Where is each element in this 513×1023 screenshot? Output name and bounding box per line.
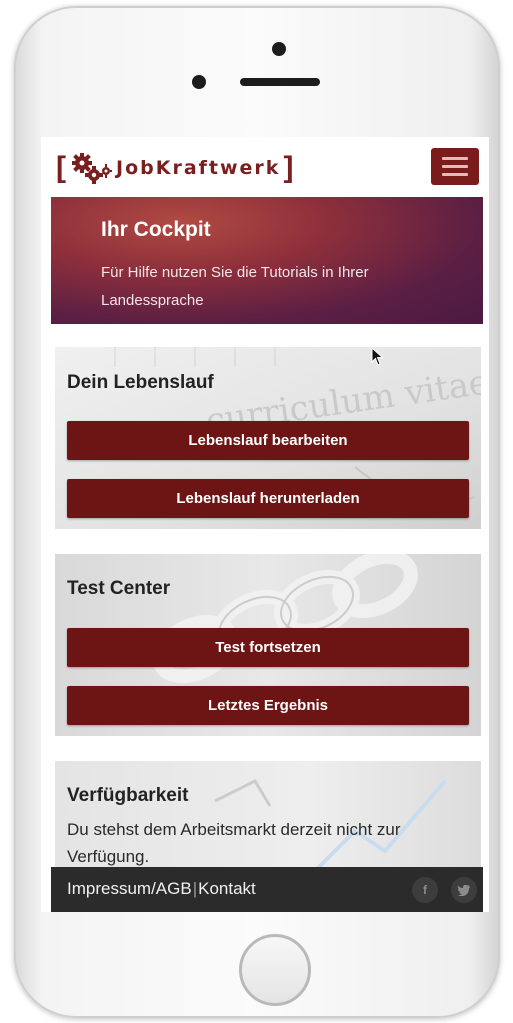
speaker-grille: [240, 78, 320, 86]
facebook-icon[interactable]: f: [412, 877, 438, 903]
test-center-card: Test Center Test fortsetzen Letztes Erge…: [55, 554, 481, 736]
logo-text: JobKraftwerk: [116, 157, 281, 179]
continue-test-button[interactable]: Test fortsetzen: [67, 628, 469, 667]
tutorial-hint: Für Hilfe nutzen Sie die Tutorials in Ih…: [101, 264, 369, 309]
navbar: [JobKraftwerk]: [41, 137, 489, 197]
cv-card-title: Dein Lebenslauf: [67, 372, 214, 393]
hamburger-bar: [442, 157, 468, 160]
gears-icon: [72, 153, 112, 184]
logo-bracket-close: ]: [283, 151, 294, 184]
hamburger-bar: [442, 173, 468, 176]
camera-icon: [272, 42, 286, 56]
imprint-link[interactable]: Impressum/AGB: [67, 879, 192, 898]
hamburger-bar: [442, 165, 468, 168]
footer: Impressum/AGB|Kontakt f: [51, 867, 483, 912]
home-button[interactable]: [239, 934, 311, 1006]
mouse-cursor-icon: [371, 347, 384, 366]
availability-title: Verfügbarkeit: [67, 785, 189, 806]
availability-status-text: Du stehst dem Arbeitsmarkt derzeit nicht…: [67, 820, 401, 866]
footer-links: Impressum/AGB|Kontakt: [67, 879, 256, 899]
twitter-bird-glyph: [457, 884, 470, 896]
last-result-button[interactable]: Letztes Ergebnis: [67, 686, 469, 725]
test-center-title: Test Center: [67, 578, 171, 599]
logo-bracket-open: [: [56, 151, 66, 184]
page-title: Ihr Cockpit: [101, 218, 211, 241]
twitter-icon[interactable]: [451, 877, 477, 903]
contact-link[interactable]: Kontakt: [198, 879, 256, 898]
cockpit-banner: Ihr Cockpit Für Hilfe nutzen Sie die Tut…: [51, 197, 483, 324]
edit-cv-button[interactable]: Lebenslauf bearbeiten: [67, 421, 469, 460]
footer-separator: |: [192, 879, 198, 898]
sensor-icon: [192, 75, 206, 89]
jobkraftwerk-logo[interactable]: [JobKraftwerk]: [56, 151, 293, 185]
app-screen: [JobKraftwerk] Ihr Cockpit Für Hilfe n…: [41, 137, 489, 912]
hamburger-menu-button[interactable]: [431, 148, 479, 185]
cv-card: curriculum vitae Dein Lebenslauf Lebensl…: [55, 347, 481, 529]
download-cv-button[interactable]: Lebenslauf herunterladen: [67, 479, 469, 518]
